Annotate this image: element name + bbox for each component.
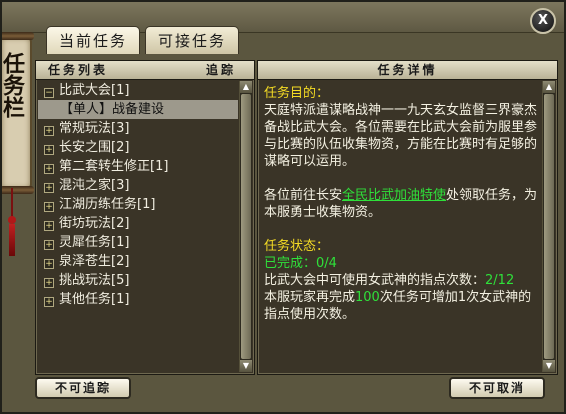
quest-window: 任务栏 当前任务 可接任务 X 任务列表 追踪 − 比武大会[1] 【单人】战备建… [0,0,566,414]
plus-icon[interactable]: + [44,164,54,174]
quest-category[interactable]: + 常规玩法[3] [38,119,238,138]
quest-category[interactable]: + 混沌之家[3] [38,176,238,195]
quest-category[interactable]: + 挑战玩法[5] [38,271,238,290]
quest-list-header: 任务列表 追踪 [36,61,254,80]
plus-icon[interactable]: + [44,240,54,250]
scroll-down-arrow-icon[interactable]: ▼ [240,360,252,372]
close-button[interactable]: X [530,8,556,34]
quest-list: − 比武大会[1] 【单人】战备建设 + 常规玩法[3] + 长安之围[2] + 第二套… [38,81,238,372]
scroll-rod-bottom [2,186,34,194]
goal-text: 天庭特派遣谋略战神一一九天玄女监督三界豪杰备战比武大会。各位需要在比武大会前为服… [264,103,538,169]
goal-heading: 任务目的： [264,86,330,101]
plus-icon[interactable]: + [44,202,54,212]
scroll-thumb[interactable] [544,94,554,359]
scroll-up-arrow-icon[interactable]: ▲ [240,81,252,93]
status-heading: 任务状态： [264,239,330,254]
quest-list-title: 任务列表 [48,63,109,77]
side-scroll-decoration: 任务栏 [0,32,34,194]
plus-icon[interactable]: + [44,297,54,307]
plus-icon[interactable]: + [44,126,54,136]
cancel-quest-button[interactable]: 不可取消 [449,377,545,399]
scroll-up-arrow-icon[interactable]: ▲ [543,81,555,93]
scroll-thumb[interactable] [241,94,251,359]
bonus-info: 本服玩家再完成100次任务可增加1次女武神的指点使用次数。 [264,290,532,322]
scroll-down-arrow-icon[interactable]: ▼ [543,360,555,372]
plus-icon[interactable]: + [44,145,54,155]
visit-instruction: 各位前往长安全民比武加油特使处领取任务，为本服勇士收集物资。 [264,188,538,220]
quest-detail-scrollbar[interactable]: ▲ ▼ [542,81,555,372]
plus-icon[interactable]: + [44,259,54,269]
quest-category[interactable]: + 灵犀任务[1] [38,233,238,252]
quest-category[interactable]: + 长安之围[2] [38,138,238,157]
plus-icon[interactable]: + [44,278,54,288]
quest-detail-panel: 任务详情 任务目的： 天庭特派遣谋略战神一一九天玄女监督三界豪杰备战比武大会。各… [257,60,558,375]
quest-category[interactable]: + 泉泽苍生[2] [38,252,238,271]
side-title: 任务栏 [0,52,25,118]
status-guidance-count: 比武大会中可使用女武神的指点次数：2/12 [264,273,515,288]
quest-item-selected[interactable]: 【单人】战备建设 [38,100,238,119]
quest-category[interactable]: + 江湖历练任务[1] [38,195,238,214]
quest-category[interactable]: + 第二套转生修正[1] [38,157,238,176]
untrack-button[interactable]: 不可追踪 [35,377,131,399]
quest-detail-header: 任务详情 [258,61,557,80]
quest-list-scrollbar[interactable]: ▲ ▼ [239,81,252,372]
quest-category-biwu[interactable]: − 比武大会[1] [38,81,238,100]
plus-icon[interactable]: + [44,221,54,231]
tassel-decoration [8,188,16,258]
plus-icon[interactable]: + [44,183,54,193]
quest-detail-content: 任务目的： 天庭特派遣谋略战神一一九天玄女监督三界豪杰备战比武大会。各位需要在比… [264,85,539,370]
tab-current-quests[interactable]: 当前任务 [46,26,140,54]
status-completed: 已完成：0/4 [264,256,337,271]
quest-list-panel: 任务列表 追踪 − 比武大会[1] 【单人】战备建设 + 常规玩法[3] + 长安之围… [35,60,255,375]
tab-available-quests[interactable]: 可接任务 [145,26,239,54]
quest-category[interactable]: + 街坊玩法[2] [38,214,238,233]
track-column-label: 追踪 [205,63,236,77]
minus-icon[interactable]: − [44,88,54,98]
scroll-rod-top [2,32,34,40]
npc-link[interactable]: 全民比武加油特使 [342,188,446,203]
quest-category[interactable]: + 其他任务[1] [38,290,238,309]
